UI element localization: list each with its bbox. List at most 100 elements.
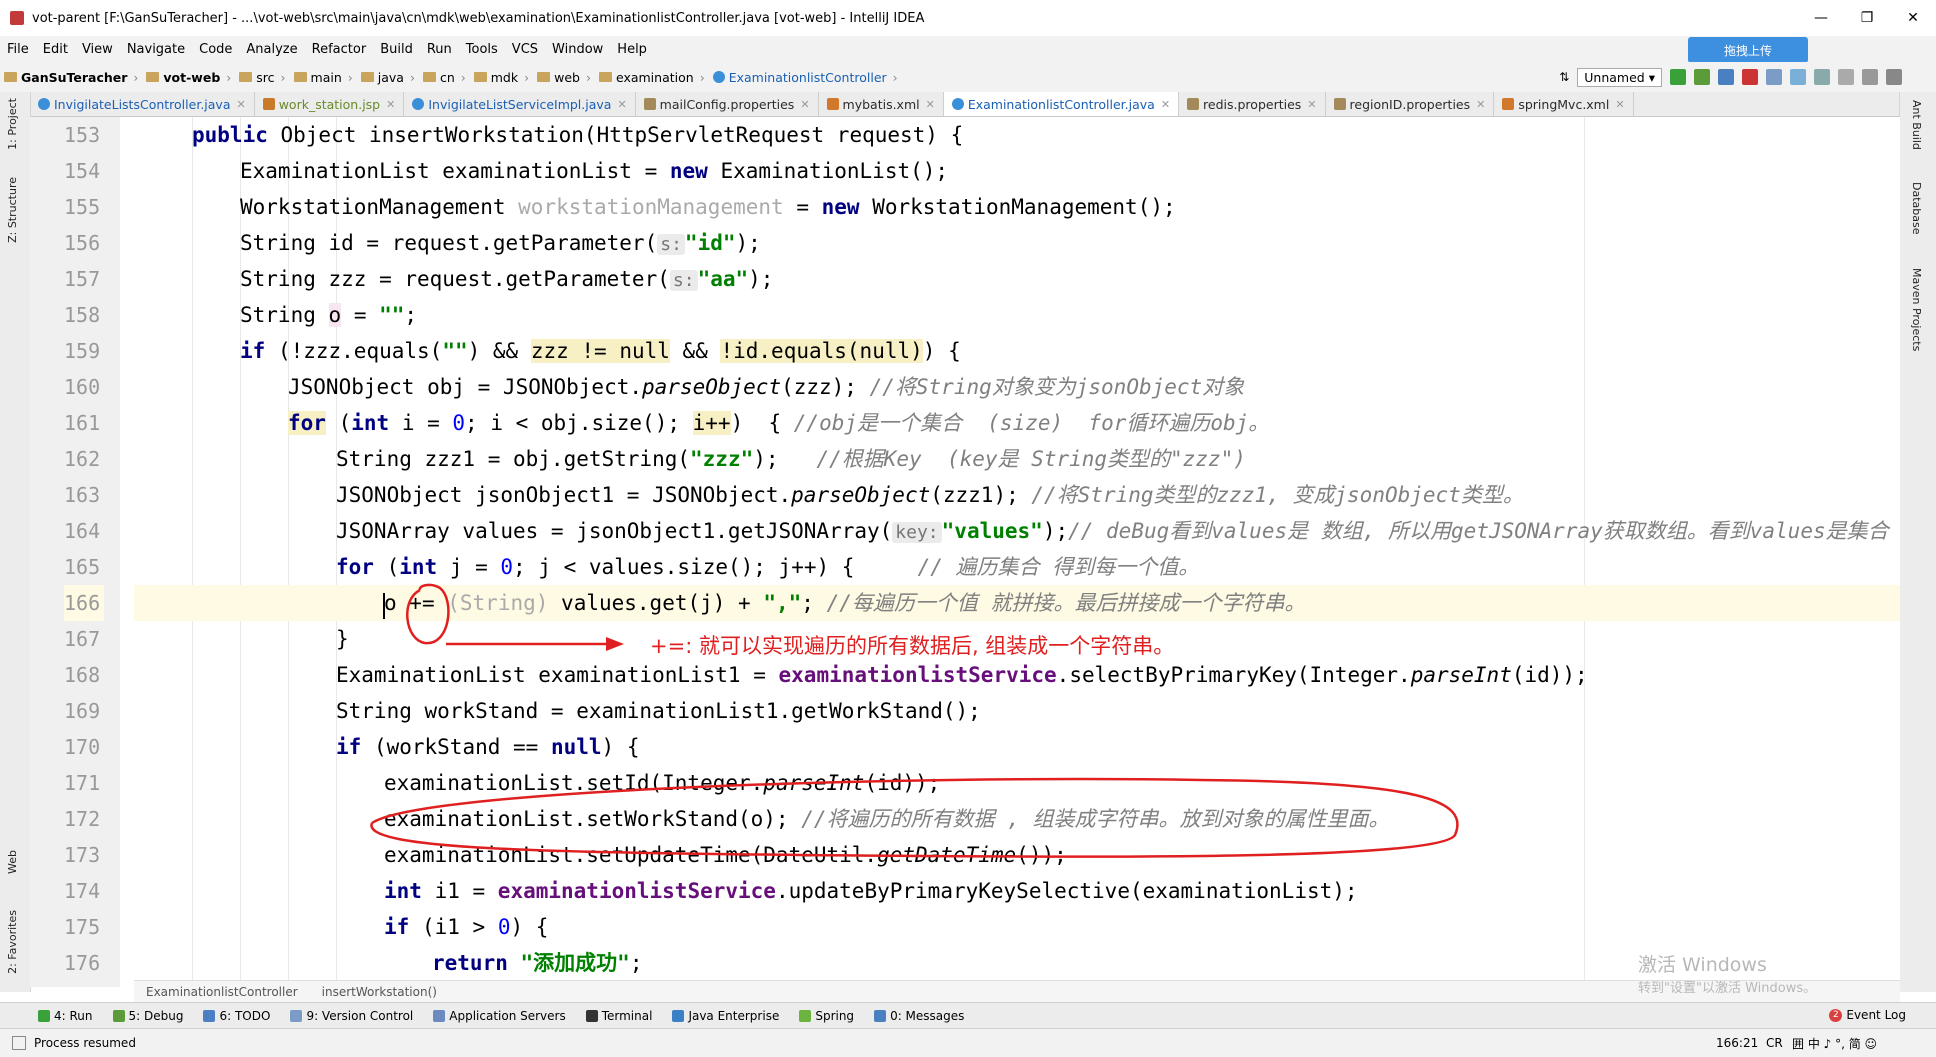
- tool-run[interactable]: 4: Run: [28, 1009, 103, 1023]
- line-number: 159: [64, 339, 101, 363]
- event-log-button[interactable]: 2 Event Log: [1829, 1002, 1906, 1028]
- menu-vcs[interactable]: VCS: [505, 42, 545, 57]
- status-toggle-icon[interactable]: [12, 1036, 26, 1050]
- project-tool-button[interactable]: 1: Project: [6, 98, 19, 150]
- menu-window[interactable]: Window: [545, 42, 610, 57]
- tab-region-id-properties[interactable]: regionID.properties ✕: [1326, 92, 1495, 116]
- todo-icon: [203, 1010, 216, 1022]
- tool-terminal[interactable]: Terminal: [576, 1009, 663, 1023]
- right-tool-strip: Ant Build Database Maven Projects: [1899, 92, 1936, 992]
- line-number-gutter: 153 154 155 156 157 158 159 160 161 162 …: [30, 117, 120, 987]
- sort-icon[interactable]: ⇅: [1559, 70, 1569, 84]
- upload-button[interactable]: 拖拽上传: [1688, 37, 1808, 63]
- properties-icon: [1187, 98, 1200, 110]
- coverage-icon[interactable]: [1718, 69, 1734, 85]
- menu-navigate[interactable]: Navigate: [120, 42, 192, 57]
- menu-analyze[interactable]: Analyze: [239, 42, 304, 57]
- vcs-commit-icon[interactable]: [1790, 69, 1806, 85]
- tab-mybatis-xml[interactable]: mybatis.xml ✕: [819, 92, 944, 116]
- crumb-module[interactable]: vot-web ›: [142, 70, 235, 85]
- code-line-173: examinationList.setUpdateTime(DateUtil.g…: [384, 843, 1067, 867]
- tool-spring[interactable]: Spring: [789, 1009, 864, 1023]
- ime-indicator[interactable]: 囲 中 ♪ °, 简 ☺: [1792, 1035, 1877, 1052]
- close-icon[interactable]: ✕: [1615, 98, 1624, 111]
- tool-debug[interactable]: 5: Debug: [103, 1009, 194, 1023]
- crumb-mdk[interactable]: mdk ›: [470, 70, 533, 85]
- tool-application-servers[interactable]: Application Servers: [423, 1009, 575, 1023]
- tab-invigilate-service-impl[interactable]: InvigilateListServiceImpl.java ✕: [404, 92, 636, 116]
- tool-messages[interactable]: 0: Messages: [864, 1009, 974, 1023]
- line-number: 170: [64, 735, 101, 759]
- tool-java-enterprise[interactable]: Java Enterprise: [662, 1009, 789, 1023]
- crumb-cn[interactable]: cn ›: [419, 70, 470, 85]
- menu-run[interactable]: Run: [420, 42, 459, 57]
- line-separator[interactable]: CR: [1766, 1036, 1783, 1050]
- close-icon[interactable]: ✕: [617, 98, 626, 111]
- editor-crumb-class[interactable]: ExaminationlistController: [134, 985, 310, 999]
- vcs-update-icon[interactable]: [1766, 69, 1782, 85]
- debug-icon[interactable]: [1694, 69, 1710, 85]
- annotation-text: +=: 就可以实现遍历的所有数据后, 组装成一个字符串。: [650, 634, 1175, 658]
- stop-icon[interactable]: [1742, 69, 1758, 85]
- maximize-button[interactable]: ❐: [1844, 0, 1890, 36]
- tab-invigilate-lists-controller[interactable]: InvigilateListsController.java ✕: [30, 92, 255, 116]
- caret-position[interactable]: 166:21: [1716, 1036, 1758, 1050]
- fold-column[interactable]: [120, 117, 134, 987]
- intellij-icon: [10, 11, 24, 25]
- folder-icon: [422, 72, 436, 82]
- close-icon[interactable]: ✕: [1161, 98, 1170, 111]
- project-structure-icon[interactable]: [1886, 69, 1902, 85]
- settings-icon[interactable]: [1862, 69, 1878, 85]
- window-title: vot-parent [F:\GanSuTeracher] - ...\vot-…: [32, 10, 925, 26]
- menu-help[interactable]: Help: [610, 42, 654, 57]
- menu-view[interactable]: View: [75, 42, 120, 57]
- editor-tabs: InvigilateListsController.java ✕ work_sta…: [30, 92, 1900, 117]
- close-icon[interactable]: ✕: [1476, 98, 1485, 111]
- close-icon[interactable]: ✕: [236, 98, 245, 111]
- jsp-icon: [262, 98, 275, 110]
- crumb-project[interactable]: GanSuTeracher ›: [0, 70, 142, 85]
- run-icon: [38, 1010, 50, 1022]
- maven-tool-button[interactable]: Maven Projects: [1910, 268, 1923, 351]
- folder-icon: [293, 72, 307, 82]
- minimize-button[interactable]: —: [1798, 0, 1844, 36]
- tab-spring-mvc-xml[interactable]: springMvc.xml ✕: [1494, 92, 1634, 116]
- menu-file[interactable]: File: [0, 42, 36, 57]
- menu-edit[interactable]: Edit: [36, 42, 75, 57]
- structure-tool-button[interactable]: Z: Structure: [6, 177, 19, 243]
- crumb-examination[interactable]: examination ›: [595, 70, 709, 85]
- favorites-tool-button[interactable]: 2: Favorites: [6, 910, 19, 974]
- close-icon[interactable]: ✕: [386, 98, 395, 111]
- crumb-main[interactable]: main ›: [290, 70, 357, 85]
- close-icon[interactable]: ✕: [800, 98, 809, 111]
- menu-tools[interactable]: Tools: [459, 42, 505, 57]
- code-editor[interactable]: public Object insertWorkstation(HttpServ…: [134, 117, 1900, 987]
- crumb-web[interactable]: web ›: [533, 70, 595, 85]
- run-icon[interactable]: [1670, 69, 1686, 85]
- crumb-java[interactable]: java ›: [357, 70, 419, 85]
- tab-redis-properties[interactable]: redis.properties ✕: [1179, 92, 1326, 116]
- revert-icon[interactable]: [1838, 69, 1854, 85]
- tool-version-control[interactable]: 9: Version Control: [280, 1009, 423, 1023]
- menu-refactor[interactable]: Refactor: [305, 42, 374, 57]
- editor-crumb-method[interactable]: insertWorkstation(): [310, 985, 449, 999]
- crumb-src[interactable]: src ›: [235, 70, 289, 85]
- tab-work-station-jsp[interactable]: work_station.jsp ✕: [255, 92, 405, 116]
- menu-build[interactable]: Build: [373, 42, 420, 57]
- web-tool-button[interactable]: Web: [6, 850, 19, 874]
- close-button[interactable]: ✕: [1890, 0, 1936, 36]
- close-icon[interactable]: ✕: [1307, 98, 1316, 111]
- menu-code[interactable]: Code: [192, 42, 239, 57]
- tab-mail-config[interactable]: mailConfig.properties ✕: [636, 92, 819, 116]
- history-icon[interactable]: [1814, 69, 1830, 85]
- line-number: 165: [64, 555, 101, 579]
- database-tool-button[interactable]: Database: [1910, 182, 1923, 235]
- class-icon: [412, 98, 425, 110]
- close-icon[interactable]: ✕: [926, 98, 935, 111]
- run-config-select[interactable]: Unnamed ▾: [1577, 67, 1662, 87]
- crumb-class[interactable]: ExaminationlistController ›: [709, 70, 902, 85]
- tab-examinationlist-controller[interactable]: ExaminationlistController.java ✕: [943, 92, 1180, 116]
- left-tool-strip: 1: Project Z: Structure Web 2: Favorites: [0, 92, 31, 992]
- tool-todo[interactable]: 6: TODO: [193, 1009, 280, 1023]
- ant-build-tool-button[interactable]: Ant Build: [1910, 100, 1923, 150]
